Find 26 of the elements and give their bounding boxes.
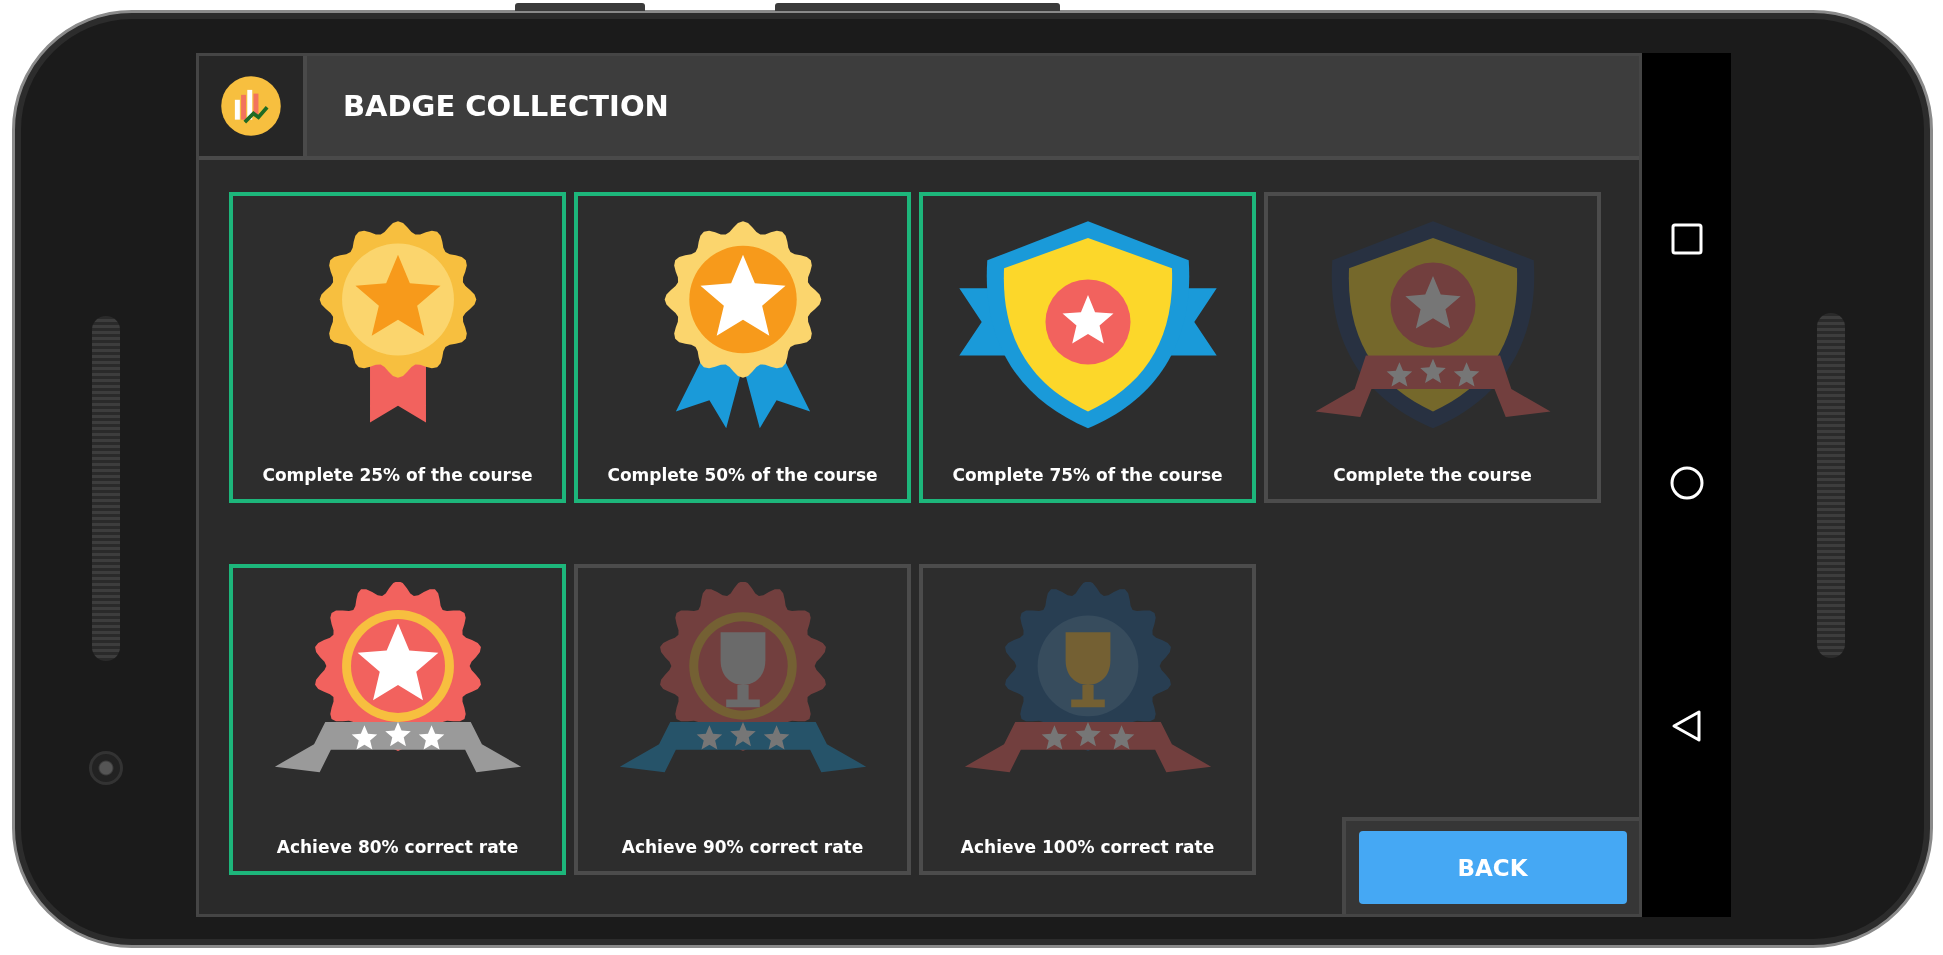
badge-card[interactable]: Complete 50% of the course	[574, 192, 911, 503]
chart-logo-icon	[220, 75, 282, 137]
badge-card[interactable]: Achieve 100% correct rate	[919, 564, 1256, 875]
badge-card[interactable]: Complete 25% of the course	[229, 192, 566, 503]
shield-icon	[958, 221, 1217, 429]
badge-label: Complete 50% of the course	[607, 465, 878, 485]
badge-card[interactable]: Complete the course	[1264, 192, 1601, 503]
badge-label: Complete 25% of the course	[262, 465, 533, 485]
camera-lens	[88, 750, 123, 785]
badge-label: Complete the course	[1333, 465, 1532, 485]
badge-card[interactable]: Complete 75% of the course	[919, 192, 1256, 503]
badge-label: Achieve 90% correct rate	[621, 837, 864, 857]
star-rosette-icon	[274, 582, 521, 773]
badge-card[interactable]: Achieve 90% correct rate	[574, 564, 911, 875]
home-icon[interactable]	[1669, 465, 1704, 500]
trophy-badge-icon	[964, 582, 1211, 773]
rosette-icon	[664, 221, 821, 429]
badge-card[interactable]: Achieve 80% correct rate	[229, 564, 566, 875]
badge-label: Complete 75% of the course	[952, 465, 1223, 485]
recent-apps-icon[interactable]	[1669, 222, 1704, 256]
trophy-rosette-icon	[619, 582, 866, 773]
page-title: BADGE COLLECTION	[343, 89, 669, 123]
medal-icon	[319, 221, 476, 423]
badge-label: Achieve 100% correct rate	[960, 837, 1215, 857]
badge-label: Achieve 80% correct rate	[276, 837, 519, 857]
crest-icon	[1315, 221, 1550, 429]
